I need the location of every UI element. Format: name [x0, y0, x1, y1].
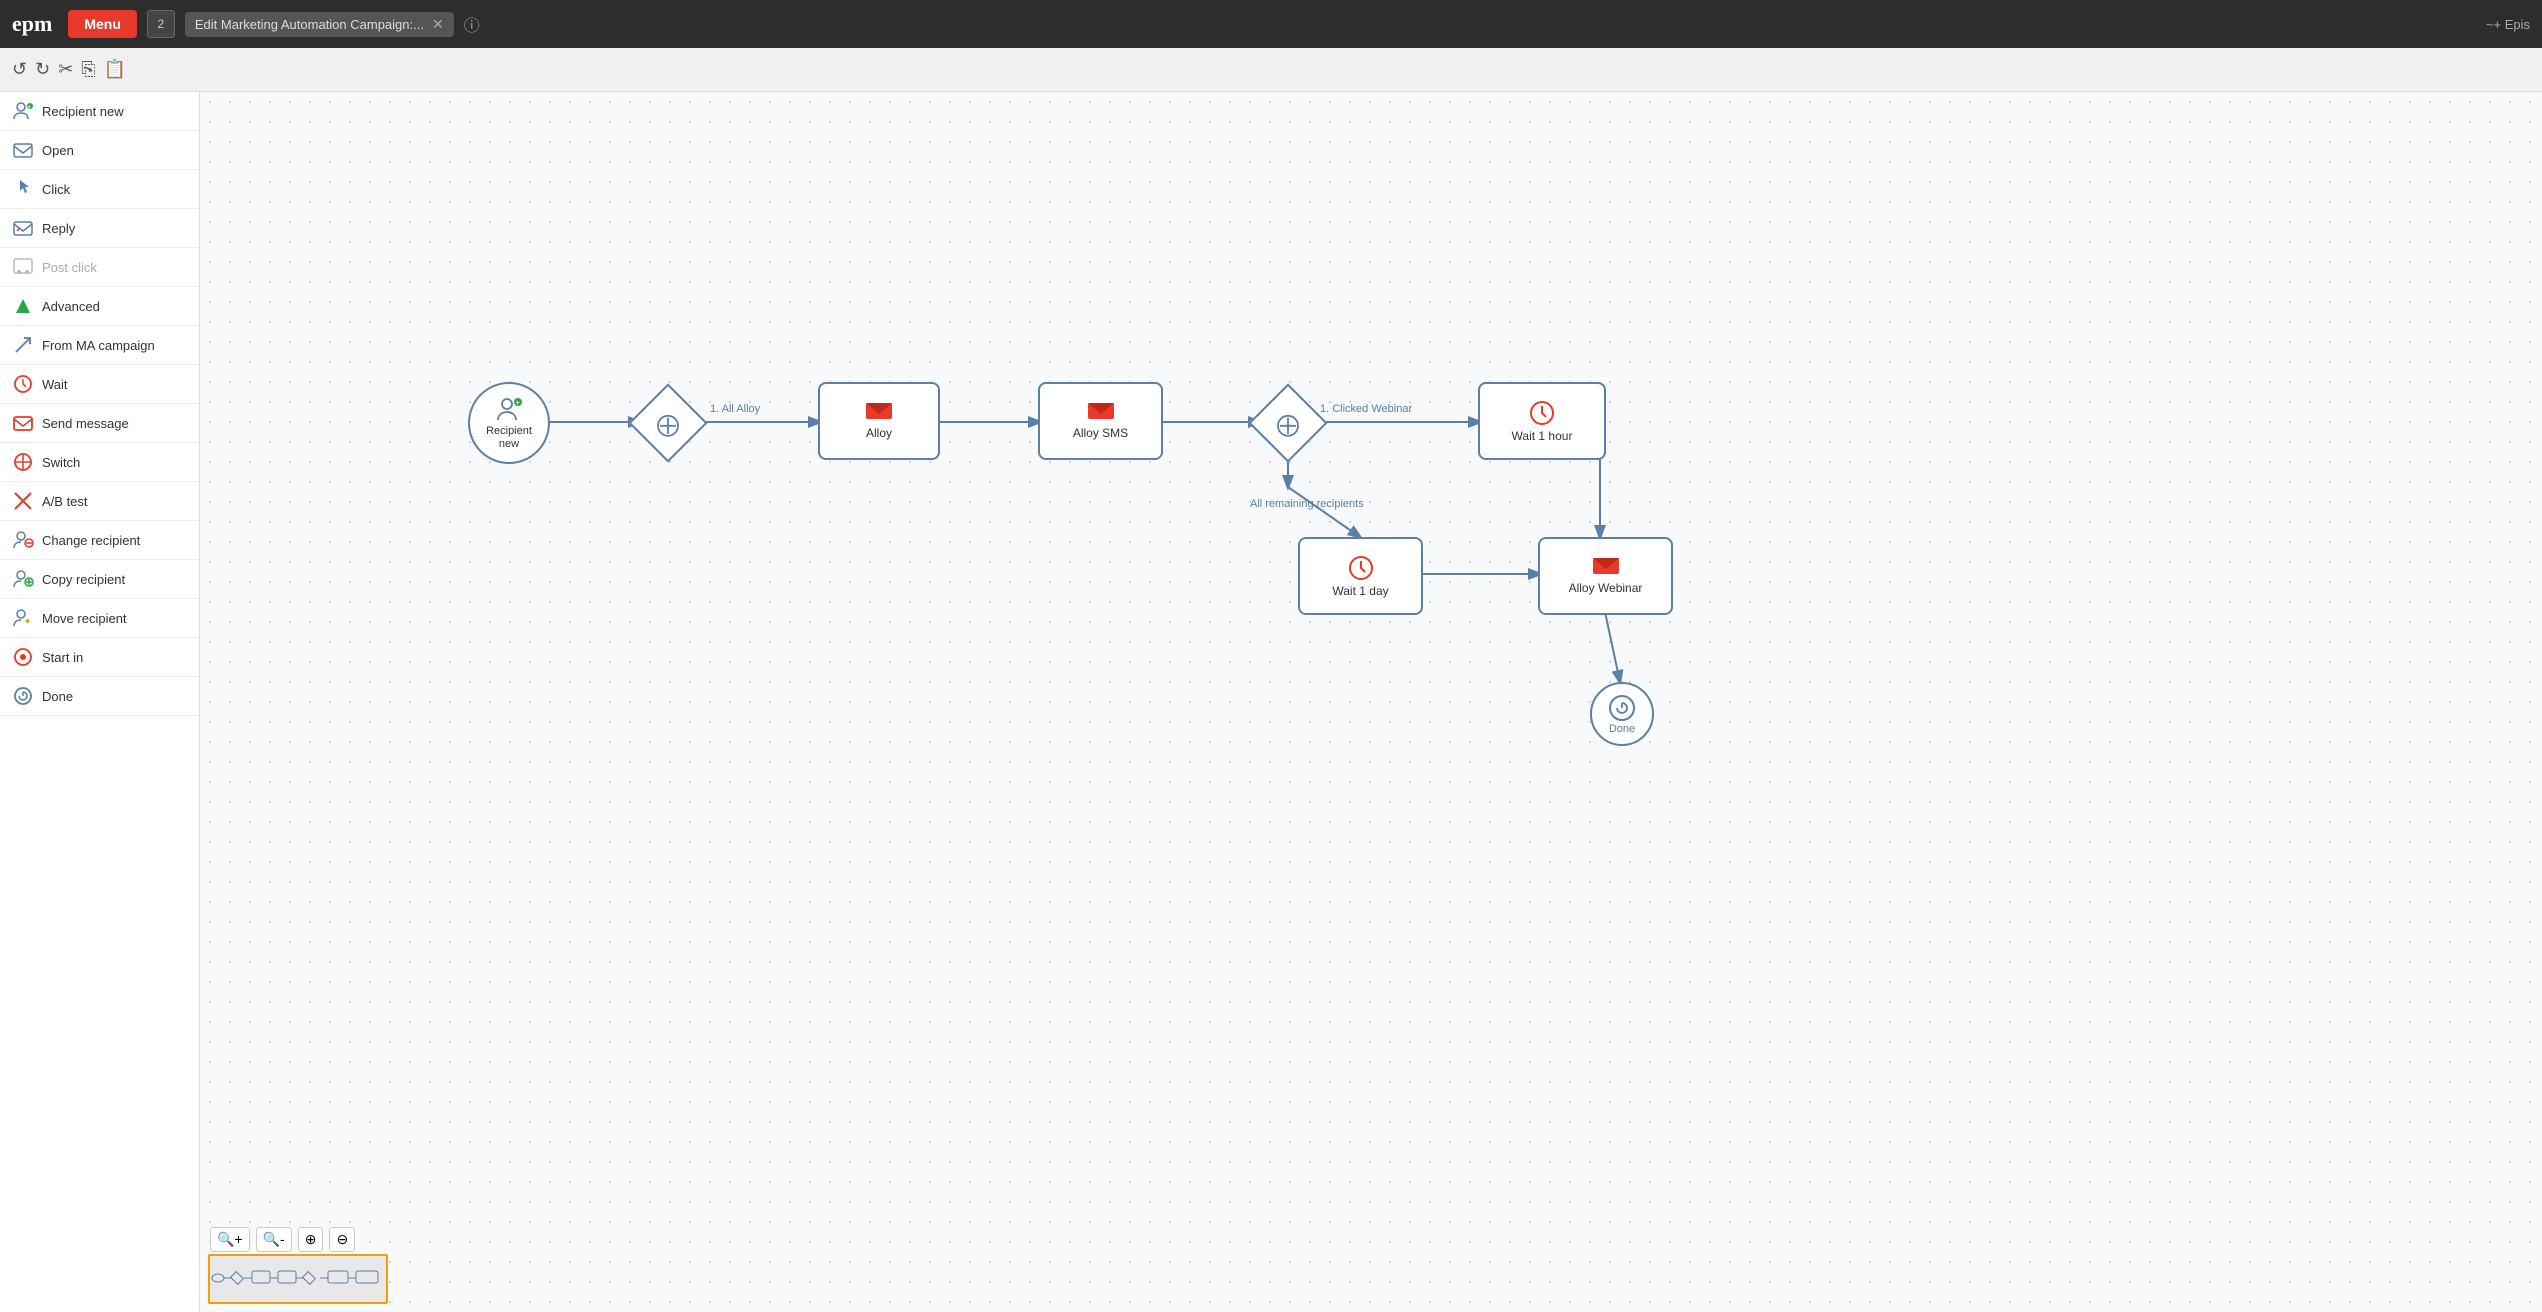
- svg-text:All remaining recipients: All remaining recipients: [1250, 498, 1364, 510]
- wait1day-node[interactable]: Wait 1 day: [1298, 537, 1423, 615]
- svg-text:+: +: [28, 105, 32, 111]
- app-logo: epm: [12, 11, 52, 37]
- sidebar-label-change-recipient: Change recipient: [42, 533, 140, 548]
- sidebar-label-switch: Switch: [42, 455, 80, 470]
- tab-edit-campaign[interactable]: Edit Marketing Automation Campaign:... ✕: [185, 12, 454, 37]
- cut-icon[interactable]: ✂: [58, 59, 73, 80]
- done-sidebar-icon: [12, 685, 34, 707]
- main-layout: + Recipient new Open Click Reply: [0, 92, 2542, 1312]
- alloy-sms-node[interactable]: Alloy SMS: [1038, 382, 1163, 460]
- switch-icon: [12, 451, 34, 473]
- zoom-out-button[interactable]: 🔍-: [256, 1227, 292, 1252]
- sidebar-label-from-ma: From MA campaign: [42, 338, 155, 353]
- sidebar-label-click: Click: [42, 182, 70, 197]
- recipient-new-node[interactable]: + Recipientnew: [468, 382, 550, 464]
- copy-icon[interactable]: ⎘: [81, 59, 95, 80]
- toolbar: ↺ ↻ ✂ ⎘ 📋: [0, 48, 2542, 92]
- recipient-new-icon: +: [12, 100, 34, 122]
- sidebar-label-reply: Reply: [42, 221, 75, 236]
- sidebar-item-wait[interactable]: Wait: [0, 365, 199, 404]
- change-recipient-icon: [12, 529, 34, 551]
- menu-button[interactable]: Menu: [68, 10, 137, 38]
- undo-icon[interactable]: ↺: [12, 59, 27, 80]
- sidebar-label-recipient-new: Recipient new: [42, 104, 124, 119]
- wait-icon: [12, 373, 34, 395]
- start-in-icon: [12, 646, 34, 668]
- ab-test-icon: [12, 490, 34, 512]
- sidebar-item-start-in[interactable]: Start in: [0, 638, 199, 677]
- reply-icon: [12, 217, 34, 239]
- alloy-webinar-node[interactable]: Alloy Webinar: [1538, 537, 1673, 615]
- tab-count-badge: 2: [147, 10, 175, 38]
- zoom-controls: 🔍+ 🔍- ⊕ ⊖: [210, 1227, 355, 1252]
- post-click-icon: [12, 256, 34, 278]
- sidebar-label-copy-recipient: Copy recipient: [42, 572, 125, 587]
- sidebar-item-click[interactable]: Click: [0, 170, 199, 209]
- sidebar-label-ab-test: A/B test: [42, 494, 88, 509]
- switch1-node[interactable]: [628, 383, 707, 462]
- topbar: epm Menu 2 Edit Marketing Automation Cam…: [0, 0, 2542, 48]
- tab-title: Edit Marketing Automation Campaign:...: [195, 17, 424, 32]
- sidebar-item-from-ma[interactable]: From MA campaign: [0, 326, 199, 365]
- zoom-fit-button[interactable]: ⊕: [298, 1227, 324, 1252]
- redo-icon[interactable]: ↻: [35, 59, 50, 80]
- open-icon: [12, 139, 34, 161]
- wait1hour-node[interactable]: Wait 1 hour: [1478, 382, 1606, 460]
- sidebar-item-copy-recipient[interactable]: Copy recipient: [0, 560, 199, 599]
- zoom-reset-button[interactable]: ⊖: [329, 1227, 355, 1252]
- sidebar-label-start-in: Start in: [42, 650, 83, 665]
- mini-map: [208, 1254, 388, 1304]
- sidebar-item-reply[interactable]: Reply: [0, 209, 199, 248]
- done-node[interactable]: Done: [1590, 682, 1654, 746]
- canvas[interactable]: 1. All Alloy 1. Clicked Webinar All rema…: [200, 92, 2542, 1312]
- user-info: ~+ Epis: [2486, 17, 2530, 32]
- svg-text:+: +: [516, 400, 520, 407]
- sidebar-label-move-recipient: Move recipient: [42, 611, 127, 626]
- paste-icon[interactable]: 📋: [104, 59, 126, 80]
- alloy-node[interactable]: Alloy: [818, 382, 940, 460]
- sidebar-item-switch[interactable]: Switch: [0, 443, 199, 482]
- sidebar-item-ab-test[interactable]: A/B test: [0, 482, 199, 521]
- sidebar-label-advanced: Advanced: [42, 299, 100, 314]
- sidebar-label-done: Done: [42, 689, 73, 704]
- sidebar-label-wait: Wait: [42, 377, 68, 392]
- sidebar-item-done[interactable]: Done: [0, 677, 199, 716]
- sidebar-item-send-message[interactable]: Send message: [0, 404, 199, 443]
- svg-text:1. Clicked Webinar: 1. Clicked Webinar: [1320, 403, 1412, 415]
- sidebar-item-recipient-new[interactable]: + Recipient new: [0, 92, 199, 131]
- send-message-icon: [12, 412, 34, 434]
- copy-recipient-icon: [12, 568, 34, 590]
- tab-close-icon[interactable]: ✕: [432, 16, 444, 33]
- sidebar-item-move-recipient[interactable]: Move recipient: [0, 599, 199, 638]
- switch2-node[interactable]: [1248, 383, 1327, 462]
- move-recipient-icon: [12, 607, 34, 629]
- sidebar-item-advanced[interactable]: Advanced: [0, 287, 199, 326]
- from-ma-icon: [12, 334, 34, 356]
- sidebar-item-post-click[interactable]: Post click: [0, 248, 199, 287]
- click-icon: [12, 178, 34, 200]
- svg-text:1. All Alloy: 1. All Alloy: [710, 403, 761, 415]
- sidebar-label-post-click: Post click: [42, 260, 97, 275]
- sidebar-item-open[interactable]: Open: [0, 131, 199, 170]
- zoom-in-button[interactable]: 🔍+: [210, 1227, 250, 1252]
- advanced-icon: [12, 295, 34, 317]
- sidebar-label-send-message: Send message: [42, 416, 129, 431]
- sidebar-label-open: Open: [42, 143, 74, 158]
- sidebar-item-change-recipient[interactable]: Change recipient: [0, 521, 199, 560]
- help-icon[interactable]: ⓘ: [464, 12, 480, 36]
- sidebar: + Recipient new Open Click Reply: [0, 92, 200, 1312]
